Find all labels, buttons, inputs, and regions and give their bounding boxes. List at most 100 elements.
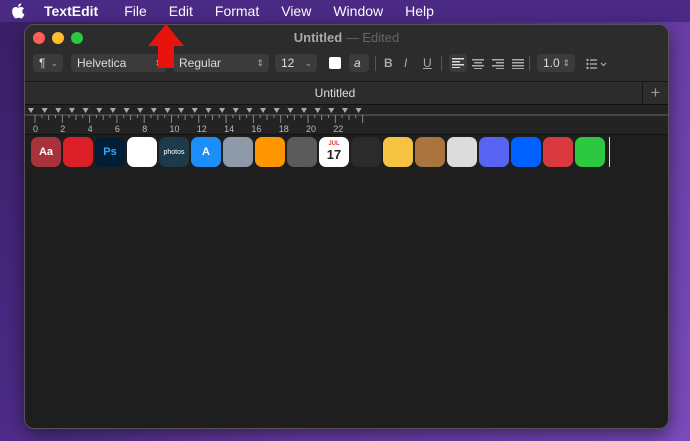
creative-cloud-app-icon bbox=[63, 137, 93, 167]
updown-chevron-icon: ⇕ bbox=[562, 57, 570, 68]
ruler-tab-stop[interactable] bbox=[205, 108, 212, 113]
ruler-tab-stop[interactable] bbox=[301, 108, 307, 113]
ruler-tab-stop[interactable] bbox=[55, 108, 62, 113]
discord-app-icon bbox=[479, 137, 509, 167]
contacts-app-icon bbox=[415, 137, 445, 167]
align-center-button[interactable] bbox=[472, 58, 484, 72]
italic-button[interactable]: I bbox=[404, 56, 407, 70]
list-bullets-button[interactable] bbox=[586, 58, 608, 72]
bold-button[interactable]: B bbox=[384, 56, 393, 70]
airtable-app-icon bbox=[127, 137, 157, 167]
line-spacing-popup[interactable]: 1.0 ⇕ bbox=[537, 54, 575, 72]
ruler-tab-stop[interactable] bbox=[28, 108, 34, 113]
new-tab-button[interactable]: + bbox=[642, 82, 668, 106]
align-right-button[interactable] bbox=[492, 58, 504, 72]
ruler-tab-stop[interactable] bbox=[328, 108, 335, 113]
ruler-tab-stop[interactable] bbox=[191, 108, 198, 113]
ruler-tab-stop[interactable] bbox=[96, 108, 103, 113]
ruler-tab-stop[interactable] bbox=[287, 108, 294, 113]
toolbar-divider bbox=[441, 56, 442, 71]
ruler-label: 12 bbox=[197, 124, 207, 134]
menu-file[interactable]: File bbox=[124, 3, 147, 19]
document-name: Untitled bbox=[293, 30, 343, 45]
ruler-label: 2 bbox=[60, 124, 65, 134]
edited-indicator: — Edited bbox=[345, 30, 400, 45]
ruler-tab-stop[interactable] bbox=[178, 108, 185, 113]
menu-window[interactable]: Window bbox=[333, 3, 383, 19]
facetime-app-icon bbox=[575, 137, 605, 167]
chevron-down-icon: ⌄ bbox=[304, 57, 312, 68]
ruler-label: 20 bbox=[306, 124, 316, 134]
menu-view[interactable]: View bbox=[281, 3, 311, 19]
ruler-label: 6 bbox=[115, 124, 120, 134]
automator-app-icon bbox=[223, 137, 253, 167]
ruler-tab-stop[interactable] bbox=[68, 108, 75, 113]
ruler-label: 14 bbox=[224, 124, 234, 134]
ruler-tab-stop[interactable] bbox=[41, 108, 48, 113]
ruler-tab-stop[interactable] bbox=[164, 108, 171, 113]
paragraph-icon: ¶ bbox=[39, 56, 46, 70]
ruler-tab-stop[interactable] bbox=[341, 108, 348, 113]
font-size-value: 12 bbox=[281, 56, 295, 70]
dictionary-app-icon: Aa bbox=[31, 137, 61, 167]
apple-menu-icon[interactable] bbox=[10, 3, 26, 19]
books-app-icon bbox=[255, 137, 285, 167]
font-size-combo[interactable]: 12 ⌄ bbox=[275, 54, 317, 72]
ruler-tab-stop[interactable] bbox=[123, 108, 130, 113]
tab-bar: Untitled + bbox=[25, 81, 668, 106]
toolbar-divider bbox=[375, 56, 376, 71]
chevron-down-icon: ⌄ bbox=[50, 57, 58, 68]
ruler-label: 0 bbox=[33, 124, 38, 134]
ruler-tab-stop[interactable] bbox=[355, 108, 362, 113]
ruler-label: 8 bbox=[142, 124, 147, 134]
textedit-window: Untitled — Edited ¶ ⌄ Helvetica ⇕ Regula… bbox=[24, 24, 669, 429]
menu-edit[interactable]: Edit bbox=[169, 3, 193, 19]
calculator-app-icon bbox=[287, 137, 317, 167]
ruler-tab-stop[interactable] bbox=[246, 108, 253, 113]
text-color-swatch[interactable] bbox=[329, 57, 341, 69]
dropbox-app-icon bbox=[511, 137, 541, 167]
menu-format[interactable]: Format bbox=[215, 3, 259, 19]
paragraph-styles-popup[interactable]: ¶ ⌄ bbox=[33, 54, 63, 72]
ruler-tab-stop[interactable] bbox=[150, 108, 157, 113]
ruler-tab-stop[interactable] bbox=[273, 108, 280, 113]
updown-chevron-icon: ⇕ bbox=[256, 57, 264, 68]
amazon-photos-app-icon: photos bbox=[159, 137, 189, 167]
font-family-value: Helvetica bbox=[77, 56, 127, 70]
photoshop-app-icon: Ps bbox=[95, 137, 125, 167]
red-up-arrow-annotation bbox=[148, 24, 184, 68]
ruler-tab-stop[interactable] bbox=[314, 108, 321, 113]
highlight-a-icon: a bbox=[354, 56, 361, 70]
tab-untitled[interactable]: Untitled bbox=[25, 86, 645, 100]
app-store-app-icon: A bbox=[191, 137, 221, 167]
menu-app-name[interactable]: TextEdit bbox=[44, 3, 98, 19]
ruler-label: 16 bbox=[251, 124, 261, 134]
background-color-button[interactable]: a bbox=[349, 54, 369, 72]
ruler[interactable]: 0 2 4 6 8 10 12 14 16 18 20 22 bbox=[25, 105, 668, 135]
ruler-tab-stop[interactable] bbox=[232, 108, 239, 113]
ruler-scale: 0 2 4 6 8 10 12 14 16 18 20 22 bbox=[25, 108, 668, 134]
ruler-tab-stop[interactable] bbox=[109, 108, 116, 113]
document-text-area[interactable]: Aa Ps photos A JUL 17 bbox=[25, 135, 668, 428]
underline-button[interactable]: U bbox=[423, 56, 432, 70]
camera-app-icon bbox=[447, 137, 477, 167]
ruler-tab-stop[interactable] bbox=[260, 108, 267, 113]
window-title: Untitled — Edited bbox=[25, 30, 668, 45]
font-style-popup[interactable]: Regular ⇕ bbox=[173, 54, 269, 72]
expressvpn-app-icon bbox=[543, 137, 573, 167]
align-left-button[interactable] bbox=[449, 54, 467, 72]
menu-help[interactable]: Help bbox=[405, 3, 434, 19]
ruler-tab-stop[interactable] bbox=[82, 108, 89, 113]
ruler-tab-stop[interactable] bbox=[219, 108, 226, 113]
list-bullets-icon bbox=[586, 58, 607, 70]
title-bar: Untitled — Edited ¶ ⌄ Helvetica ⇕ Regula… bbox=[25, 25, 668, 106]
text-cursor bbox=[609, 137, 610, 167]
chess-app-icon bbox=[351, 137, 381, 167]
pasted-app-icons: Aa Ps photos A JUL 17 bbox=[31, 137, 610, 167]
toolbar-divider bbox=[529, 56, 530, 71]
justify-icon bbox=[512, 59, 524, 70]
calendar-app-icon: JUL 17 bbox=[319, 137, 349, 167]
justify-button[interactable] bbox=[512, 58, 524, 72]
menu-bar: TextEdit File Edit Format View Window He… bbox=[0, 0, 690, 22]
ruler-tab-stop[interactable] bbox=[137, 108, 144, 113]
